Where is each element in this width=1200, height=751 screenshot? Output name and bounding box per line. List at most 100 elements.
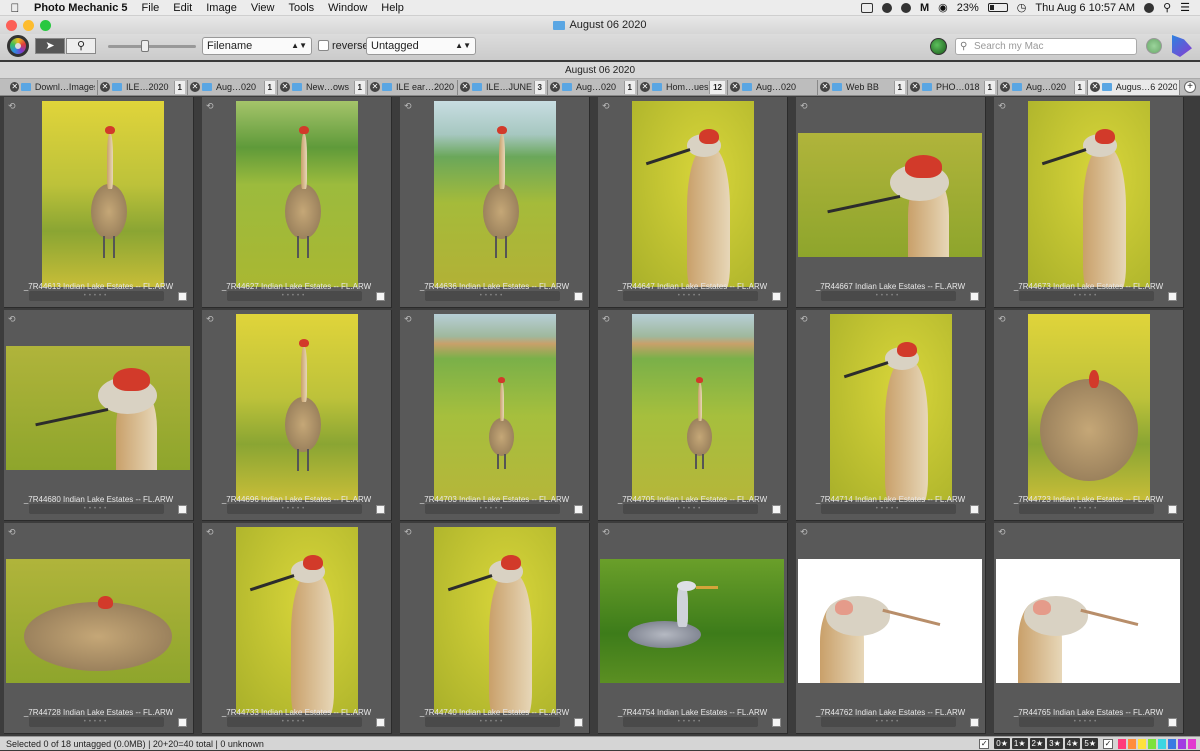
menu-edit[interactable]: Edit xyxy=(166,0,199,16)
thumbnail-image[interactable] xyxy=(434,101,556,287)
folder-tab[interactable]: ✕ Hom…ues 12 xyxy=(638,79,728,95)
rotate-icon[interactable]: ⟲ xyxy=(998,101,1006,112)
malwarebytes-icon[interactable]: M xyxy=(920,2,929,14)
star-filter-button[interactable]: 0★ xyxy=(994,738,1010,749)
close-tab-icon[interactable]: ✕ xyxy=(640,82,650,92)
color-class-filter[interactable] xyxy=(1158,738,1166,749)
close-tab-icon[interactable]: ✕ xyxy=(1090,82,1100,92)
thumbnail-size-slider[interactable] xyxy=(108,45,196,48)
menu-file[interactable]: File xyxy=(135,0,167,16)
color-class-filter[interactable] xyxy=(1168,738,1176,749)
star-rating[interactable]: ••••• xyxy=(227,504,362,514)
user-icon[interactable] xyxy=(1144,2,1155,13)
folder-tab[interactable]: ✕ ILE…JUNE 3 xyxy=(458,79,548,95)
close-tab-icon[interactable]: ✕ xyxy=(550,82,560,92)
thumbnail-cell[interactable]: ⟲ _7R44636 Indian Lake Estates -- FL.ARW •… xyxy=(400,97,590,308)
display-icon[interactable] xyxy=(860,2,873,13)
thumbnail-size-slider-knob[interactable] xyxy=(141,40,149,52)
thumbnail-cell[interactable]: ⟲ _7R44647 Indian Lake Estates -- FL.ARW •… xyxy=(598,97,788,308)
thumbnail-caption[interactable]: _7R44762 Indian Lake Estates -- FL.ARW xyxy=(796,708,985,717)
preferences-gear-icon[interactable] xyxy=(7,35,29,57)
thumbnail-image[interactable] xyxy=(236,314,358,500)
star-rating[interactable]: ••••• xyxy=(227,717,362,727)
star-filter-button[interactable]: 5★ xyxy=(1082,738,1098,749)
close-tab-icon[interactable]: ✕ xyxy=(280,82,290,92)
close-window-button[interactable] xyxy=(6,20,17,31)
app-logo-icon[interactable] xyxy=(1172,35,1192,57)
rotate-icon[interactable]: ⟲ xyxy=(602,527,610,538)
thumbnail-caption[interactable]: _7R44723 Indian Lake Estates -- FL.ARW xyxy=(994,495,1183,504)
app-menu[interactable]: Photo Mechanic 5 xyxy=(30,0,135,16)
thumbnail-image[interactable] xyxy=(830,314,952,500)
folder-tab[interactable]: ✕ Aug…020 1 xyxy=(548,79,638,95)
color-class-filter[interactable] xyxy=(1178,738,1186,749)
rotate-icon[interactable]: ⟲ xyxy=(206,314,214,325)
thumbnail-caption[interactable]: _7R44680 Indian Lake Estates -- FL.ARW xyxy=(4,495,193,504)
thumbnail-image[interactable] xyxy=(600,559,784,683)
close-tab-icon[interactable]: ✕ xyxy=(730,82,740,92)
close-tab-icon[interactable]: ✕ xyxy=(190,82,200,92)
reverse-checkbox[interactable] xyxy=(318,40,329,51)
notification-center-icon[interactable]: ☰ xyxy=(1180,1,1190,14)
close-tab-icon[interactable]: ✕ xyxy=(370,82,380,92)
star-filter-checkbox[interactable]: ✓ xyxy=(979,738,990,749)
wifi-icon[interactable]: ◉ xyxy=(938,1,948,14)
rotate-icon[interactable]: ⟲ xyxy=(602,314,610,325)
rotate-icon[interactable]: ⟲ xyxy=(206,101,214,112)
tag-checkbox[interactable] xyxy=(1168,718,1177,727)
tag-checkbox[interactable] xyxy=(970,505,979,514)
star-rating[interactable]: ••••• xyxy=(425,717,560,727)
minimize-window-button[interactable] xyxy=(23,20,34,31)
star-filter-button[interactable]: 2★ xyxy=(1029,738,1046,749)
thumbnail-caption[interactable]: _7R44740 Indian Lake Estates -- FL.ARW xyxy=(400,708,589,717)
thumbnail-image[interactable] xyxy=(1028,101,1150,287)
tag-checkbox[interactable] xyxy=(772,292,781,301)
star-rating[interactable]: ••••• xyxy=(227,291,362,301)
thumbnail-image[interactable] xyxy=(434,527,556,713)
thumbnail-cell[interactable]: ⟲ _7R44667 Indian Lake Estates -- FL.ARW •… xyxy=(796,97,986,308)
tag-checkbox[interactable] xyxy=(1168,505,1177,514)
color-class-filter[interactable] xyxy=(1148,738,1156,749)
thumbnail-caption[interactable]: _7R44705 Indian Lake Estates -- FL.ARW xyxy=(598,495,787,504)
star-rating[interactable]: ••••• xyxy=(425,291,560,301)
rotate-icon[interactable]: ⟲ xyxy=(404,101,412,112)
thumbnail-cell[interactable]: ⟲ _7R44723 Indian Lake Estates -- FL.ARW •… xyxy=(994,310,1184,521)
color-class-filter[interactable] xyxy=(1188,738,1196,749)
star-rating[interactable]: ••••• xyxy=(821,291,956,301)
thumbnail-caption[interactable]: _7R44754 Indian Lake Estates -- FL.ARW xyxy=(598,708,787,717)
thumbnail-image[interactable] xyxy=(632,101,754,287)
star-filter-button[interactable]: 1★ xyxy=(1011,738,1028,749)
search-input[interactable]: ⚲ Search my Mac xyxy=(955,38,1137,55)
battery-icon[interactable] xyxy=(987,3,1008,12)
apple-menu-icon[interactable]:  xyxy=(0,1,30,15)
menu-help[interactable]: Help xyxy=(374,0,411,16)
thumbnail-cell[interactable]: ⟲ _7R44705 Indian Lake Estates -- FL.ARW •… xyxy=(598,310,788,521)
thumbnail-cell[interactable]: ⟲ _7R44714 Indian Lake Estates -- FL.ARW •… xyxy=(796,310,986,521)
thumbnail-cell[interactable]: ⟲ _7R44762 Indian Lake Estates -- FL.ARW •… xyxy=(796,523,986,734)
thumbnail-cell[interactable]: ⟲ _7R44733 Indian Lake Estates -- FL.ARW •… xyxy=(202,523,392,734)
folder-tab[interactable]: ✕ Aug…020 1 xyxy=(998,79,1088,95)
tag-checkbox[interactable] xyxy=(574,718,583,727)
close-tab-icon[interactable]: ✕ xyxy=(910,82,920,92)
sync-icon[interactable] xyxy=(900,2,911,13)
rotate-icon[interactable]: ⟲ xyxy=(602,101,610,112)
search-tool-button[interactable]: ⚲ xyxy=(66,38,96,54)
star-rating[interactable]: ••••• xyxy=(1019,291,1154,301)
thumbnail-caption[interactable]: _7R44627 Indian Lake Estates -- FL.ARW xyxy=(202,282,391,291)
folder-tab[interactable]: ✕ PHO…018 1 xyxy=(908,79,998,95)
menu-window[interactable]: Window xyxy=(321,0,374,16)
rotate-icon[interactable]: ⟲ xyxy=(800,527,808,538)
pointer-tool-button[interactable]: ➤ xyxy=(35,38,65,54)
thumbnail-caption[interactable]: _7R44728 Indian Lake Estates -- FL.ARW xyxy=(4,708,193,717)
folder-tab[interactable]: ✕ Augus…6 2020 xyxy=(1088,79,1180,95)
thumbnail-image[interactable] xyxy=(42,101,164,287)
color-class-filter[interactable] xyxy=(1118,738,1126,749)
thumbnail-cell[interactable]: ⟲ _7R44765 Indian Lake Estates -- FL.ARW •… xyxy=(994,523,1184,734)
thumbnail-image[interactable] xyxy=(632,314,754,500)
color-filter-checkbox[interactable]: ✓ xyxy=(1103,738,1113,749)
folder-tab[interactable]: ✕ ILE ear…2020 xyxy=(368,79,458,95)
thumbnail-cell[interactable]: ⟲ _7R44703 Indian Lake Estates -- FL.ARW •… xyxy=(400,310,590,521)
star-rating[interactable]: ••••• xyxy=(29,291,164,301)
thumbnail-caption[interactable]: _7R44636 Indian Lake Estates -- FL.ARW xyxy=(400,282,589,291)
thumbnail-cell[interactable]: ⟲ _7R44728 Indian Lake Estates -- FL.ARW •… xyxy=(4,523,194,734)
